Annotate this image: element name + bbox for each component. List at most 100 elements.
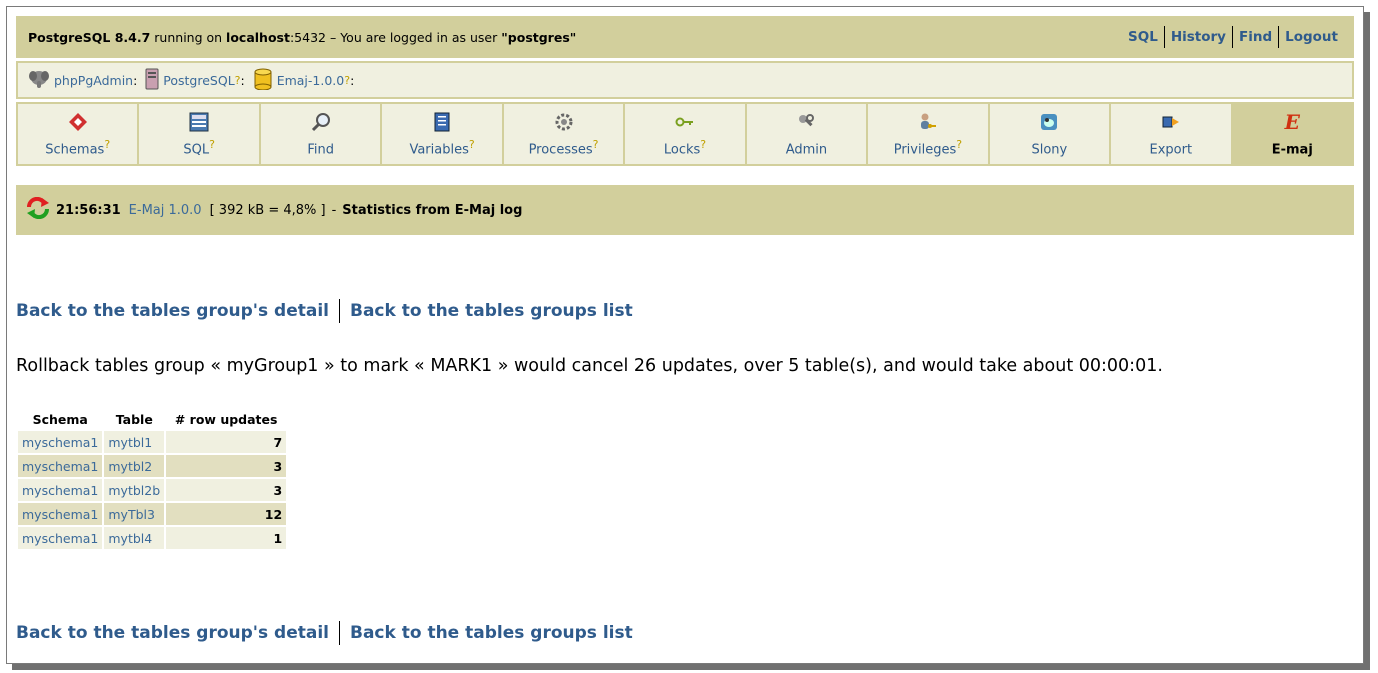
- current-user: "postgres": [501, 29, 577, 45]
- running-on-text: running on: [154, 29, 223, 45]
- server-icon: [145, 68, 159, 93]
- tab-variables[interactable]: Variables?: [382, 104, 502, 164]
- table-row: myschema1 myTbl3 12: [18, 503, 287, 525]
- rollback-estimate-message: Rollback tables group « myGroup1 » to ma…: [16, 356, 1163, 376]
- table-cell[interactable]: mytbl2b: [104, 479, 165, 501]
- schema-cell[interactable]: myschema1: [18, 479, 103, 501]
- page-title: Statistics from E-Maj log: [342, 202, 523, 218]
- tab-emaj[interactable]: E E-maj: [1232, 104, 1352, 164]
- updates-cell: 3: [166, 455, 287, 477]
- tab-label: Variables: [409, 142, 469, 158]
- help-mark[interactable]: ?: [469, 138, 475, 151]
- table-cell[interactable]: mytbl4: [104, 527, 165, 549]
- sql-icon: [188, 111, 210, 133]
- find-link[interactable]: Find: [1233, 29, 1278, 45]
- tab-label: Export: [1149, 142, 1193, 158]
- tab-admin[interactable]: Admin: [746, 104, 867, 164]
- breadcrumb: phpPgAdmin: PostgreSQL?: Emaj-1.0.0?:: [16, 61, 1354, 99]
- schema-cell[interactable]: myschema1: [18, 431, 103, 453]
- updates-cell: 7: [166, 431, 287, 453]
- server-host: localhost: [226, 29, 290, 45]
- emaj-version: E-Maj 1.0.0: [128, 202, 202, 218]
- tab-label: Processes: [528, 142, 593, 158]
- table-row: myschema1 mytbl1 7: [18, 431, 287, 453]
- app-shell: PostgreSQL 8.4.7 running on localhost:54…: [16, 16, 1354, 645]
- refresh-icon[interactable]: [26, 196, 50, 223]
- variables-icon: [431, 111, 453, 133]
- tab-sql[interactable]: SQL?: [139, 104, 259, 164]
- schemas-icon: [67, 111, 89, 133]
- page-frame: PostgreSQL 8.4.7 running on localhost:54…: [6, 6, 1364, 664]
- tab-processes[interactable]: Processes?: [503, 104, 624, 164]
- updates-cell: 12: [166, 503, 287, 525]
- status-time: 21:56:31: [56, 202, 121, 218]
- back-to-group-detail-link[interactable]: Back to the tables group's detail: [16, 301, 329, 321]
- tab-bar: Schemas? SQL? Find Variables? Processes?…: [16, 102, 1354, 166]
- log-size: [ 392 kB = 4,8% ]: [209, 202, 326, 218]
- help-mark[interactable]: ?: [593, 138, 599, 151]
- help-mark[interactable]: ?: [209, 138, 215, 151]
- logout-link[interactable]: Logout: [1279, 29, 1344, 45]
- table-header-row: Schema Table # row updates: [18, 410, 286, 429]
- logged-in-text: – You are logged in as user: [329, 29, 498, 45]
- top-bar: PostgreSQL 8.4.7 running on localhost:54…: [16, 16, 1354, 58]
- link-separator: [339, 621, 340, 645]
- back-to-groups-list-link[interactable]: Back to the tables groups list: [350, 623, 633, 643]
- breadcrumb-phppgadmin[interactable]: phpPgAdmin: [54, 73, 133, 88]
- tab-label: E-maj: [1271, 142, 1313, 158]
- table-cell[interactable]: myTbl3: [104, 503, 165, 525]
- tab-label: Locks: [663, 142, 701, 158]
- server-port: :5432: [289, 29, 326, 45]
- status-separator: -: [331, 202, 337, 218]
- export-icon: [1160, 111, 1182, 133]
- history-link[interactable]: History: [1165, 29, 1232, 45]
- slony-icon: [1038, 111, 1060, 133]
- tab-label: Schemas: [45, 142, 105, 158]
- database-icon: [253, 68, 273, 93]
- table-cell[interactable]: mytbl1: [104, 431, 165, 453]
- stats-table: Schema Table # row updates myschema1 myt…: [16, 408, 288, 551]
- tab-export[interactable]: Export: [1111, 104, 1231, 164]
- breadcrumb-suffix: :: [133, 72, 138, 88]
- breadcrumb-database[interactable]: Emaj-1.0.0: [277, 73, 345, 88]
- elephant-icon: [28, 69, 50, 92]
- link-separator: [339, 299, 340, 323]
- sql-link[interactable]: SQL: [1122, 29, 1164, 45]
- nav-links-bottom: Back to the tables group's detail Back t…: [16, 621, 633, 645]
- tab-schemas[interactable]: Schemas?: [18, 104, 138, 164]
- back-to-groups-list-link[interactable]: Back to the tables groups list: [350, 301, 633, 321]
- tab-locks[interactable]: Locks?: [625, 104, 745, 164]
- tab-privileges[interactable]: Privileges?: [868, 104, 988, 164]
- tab-label: Slony: [1031, 142, 1068, 158]
- table-row: myschema1 mytbl2b 3: [18, 479, 287, 501]
- nav-links-top: Back to the tables group's detail Back t…: [16, 299, 633, 323]
- schema-cell[interactable]: myschema1: [18, 503, 103, 525]
- magnifier-icon: [310, 111, 332, 133]
- server-info: PostgreSQL 8.4.7 running on localhost:54…: [28, 30, 576, 45]
- back-to-group-detail-link[interactable]: Back to the tables group's detail: [16, 623, 329, 643]
- schema-cell[interactable]: myschema1: [18, 455, 103, 477]
- gear-icon: [553, 111, 575, 133]
- column-header-row-updates[interactable]: # row updates: [166, 410, 286, 429]
- top-links: SQL History Find Logout: [1122, 26, 1344, 48]
- emaj-icon: E: [1284, 110, 1300, 134]
- schema-cell[interactable]: myschema1: [18, 527, 103, 549]
- tab-slony[interactable]: Slony: [989, 104, 1110, 164]
- help-mark[interactable]: ?: [104, 138, 110, 151]
- help-mark[interactable]: ?: [956, 138, 962, 151]
- tab-label: Find: [307, 142, 334, 158]
- updates-cell: 3: [166, 479, 287, 501]
- breadcrumb-postgresql[interactable]: PostgreSQL: [163, 73, 234, 88]
- help-mark[interactable]: ?: [700, 138, 706, 151]
- column-header-table[interactable]: Table: [104, 410, 164, 429]
- tab-label: SQL: [183, 142, 210, 158]
- key-icon: [674, 111, 696, 133]
- server-version: PostgreSQL 8.4.7: [28, 29, 151, 45]
- emaj-status-bar: 21:56:31 E-Maj 1.0.0 [ 392 kB = 4,8% ] -…: [16, 185, 1354, 235]
- tab-find[interactable]: Find: [260, 104, 381, 164]
- tab-label: Privileges: [893, 142, 957, 158]
- table-cell[interactable]: mytbl2: [104, 455, 165, 477]
- breadcrumb-suffix: :: [240, 72, 245, 88]
- tab-label: Admin: [785, 142, 828, 158]
- column-header-schema[interactable]: Schema: [18, 410, 102, 429]
